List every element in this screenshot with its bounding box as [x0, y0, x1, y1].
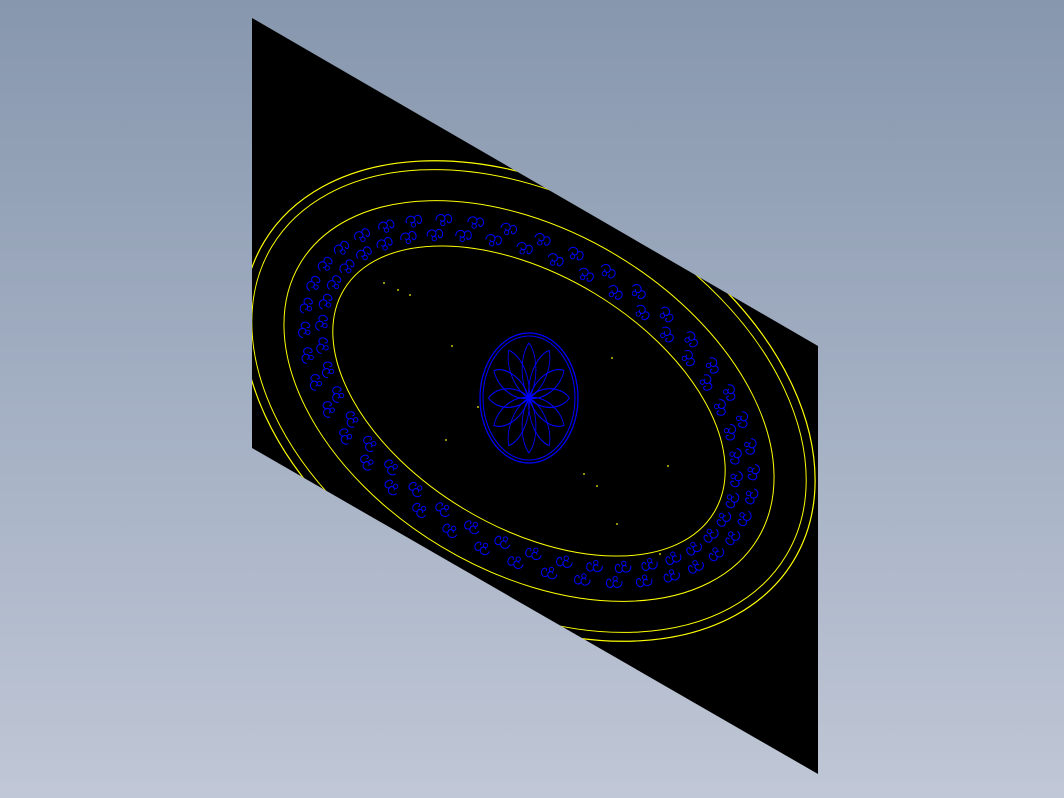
- point-marker: [477, 406, 479, 408]
- point-marker: [451, 345, 453, 347]
- point-marker: [445, 439, 447, 441]
- point-marker: [383, 282, 385, 284]
- point-marker: [659, 553, 661, 555]
- cad-viewport[interactable]: [0, 0, 1064, 798]
- isometric-model-view[interactable]: [0, 0, 1064, 798]
- point-marker: [397, 289, 399, 291]
- point-marker: [611, 357, 613, 359]
- point-marker: [616, 523, 618, 525]
- point-marker: [409, 294, 411, 296]
- slanted-black-panel[interactable]: [252, 18, 818, 774]
- point-marker: [596, 485, 598, 487]
- point-marker: [583, 473, 585, 475]
- point-marker: [667, 465, 669, 467]
